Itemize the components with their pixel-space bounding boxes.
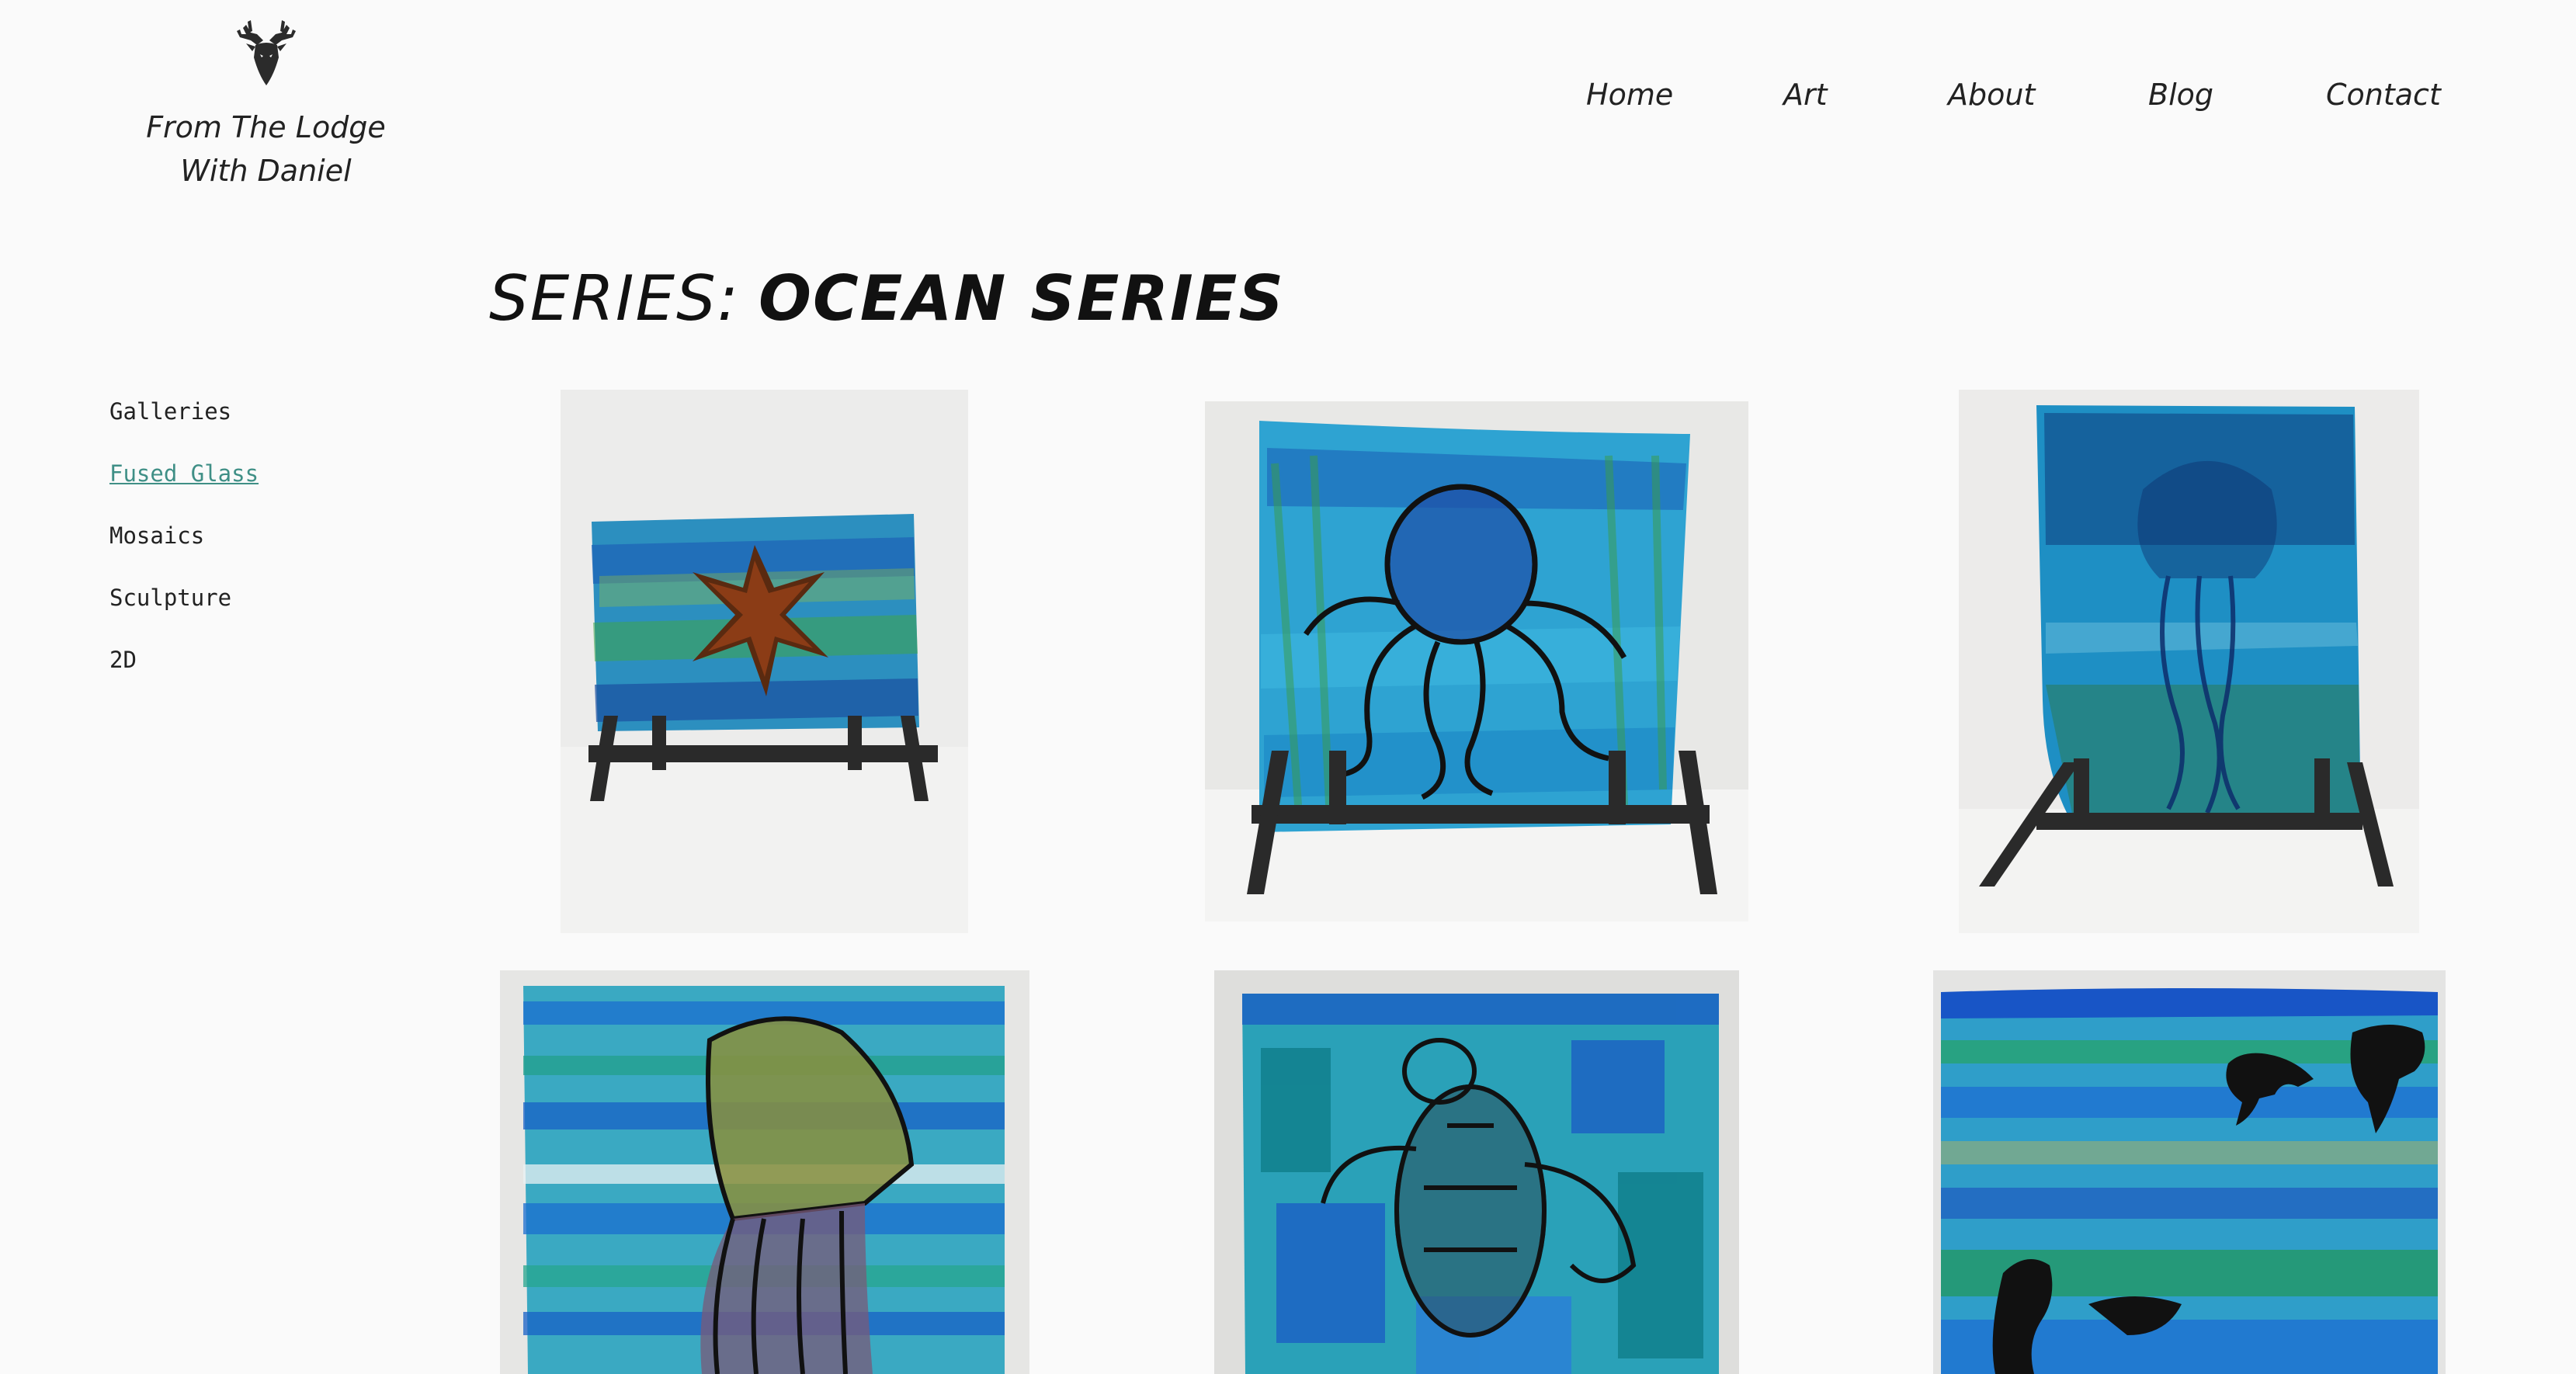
starfish-icon	[592, 514, 919, 731]
sidebar-item-2d[interactable]: 2D	[109, 644, 259, 706]
logo-line-1: From The Lodge	[146, 110, 386, 144]
gallery-tile-jellyfish[interactable]	[1959, 390, 2419, 933]
sidebar-item-sculpture[interactable]: Sculpture	[109, 582, 259, 644]
sea-turtle-image	[1214, 970, 1739, 1374]
gallery-tile-starfish[interactable]	[561, 390, 968, 933]
title-series-name: OCEAN SERIES	[759, 262, 1286, 335]
nav-art[interactable]: Art	[1783, 78, 1828, 112]
jellyfish-closeup-image	[500, 970, 1029, 1374]
starfish-glass-image	[561, 390, 968, 933]
page: From The Lodge With Daniel Home Art Abou…	[0, 0, 2576, 1374]
stag-head-icon	[236, 20, 296, 85]
nav-home[interactable]: Home	[1586, 78, 1673, 112]
sidebar-item-galleries[interactable]: Galleries	[109, 396, 259, 458]
nav-blog[interactable]: Blog	[2148, 78, 2213, 112]
jellyfish-glass-image	[1959, 390, 2419, 933]
site-logo[interactable]: From The Lodge With Daniel	[132, 11, 400, 193]
dolphins-mermaid-image	[1933, 970, 2446, 1374]
title-prefix: SERIES:	[489, 262, 740, 335]
octopus-glass-image	[1205, 401, 1748, 921]
nav-contact[interactable]: Contact	[2326, 78, 2441, 112]
logo-line-2: With Daniel	[180, 154, 352, 188]
sidebar-item-fused-glass[interactable]: Fused Glass	[109, 458, 259, 520]
gallery-tile-sea-turtle[interactable]	[1214, 970, 1739, 1374]
sidebar-item-mosaics[interactable]: Mosaics	[109, 520, 259, 582]
gallery-tile-jellyfish-closeup[interactable]	[500, 970, 1029, 1374]
sidebar: Galleries Fused Glass Mosaics Sculpture …	[109, 396, 259, 706]
gallery-tile-dolphins-mermaid[interactable]	[1933, 970, 2446, 1374]
gallery-tile-octopus[interactable]	[1205, 401, 1748, 921]
nav-about[interactable]: About	[1948, 78, 2035, 112]
page-title: SERIES: OCEAN SERIES	[489, 262, 1285, 335]
